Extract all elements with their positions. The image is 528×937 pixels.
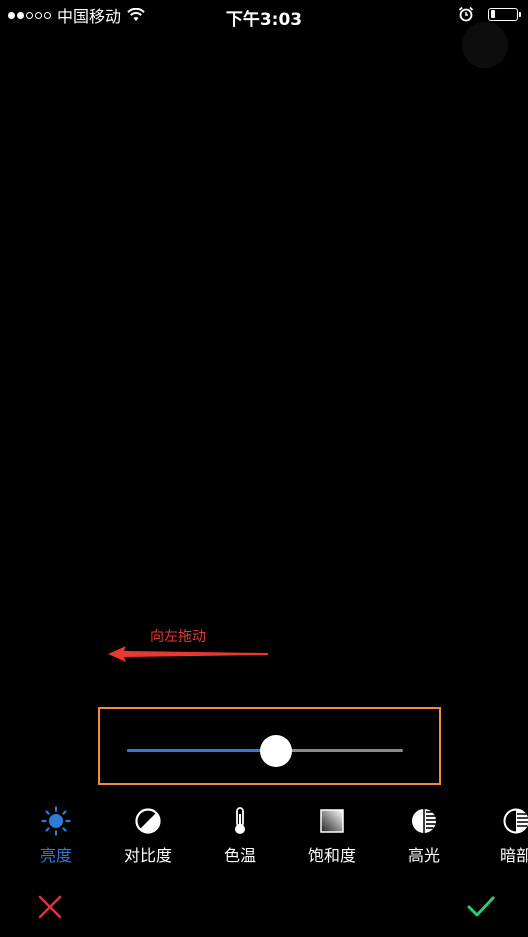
tool-label: 高光 [407, 846, 440, 865]
shadows-icon [503, 808, 528, 834]
sun-icon [41, 806, 71, 836]
tool-highlights[interactable]: 高光 [384, 806, 464, 866]
close-icon[interactable] [36, 893, 64, 921]
tool-label: 色温 [223, 846, 256, 865]
check-icon[interactable] [466, 893, 496, 921]
battery-level [490, 10, 496, 18]
tool-contrast[interactable]: 对比度 [108, 806, 188, 866]
adjustment-tools: 亮度 对比度 色温 饱和度 高光 暗部 [0, 806, 528, 870]
tool-color-temperature[interactable]: 色温 [200, 806, 280, 866]
battery-icon [488, 7, 521, 21]
tool-brightness[interactable]: 亮度 [16, 806, 96, 866]
tool-label: 亮度 [39, 846, 72, 865]
assistive-touch-button[interactable] [462, 22, 508, 68]
photo-edit-screen: 中国移动 下午3:03 向左拖动 亮度 对比度 色温 饱和度 高光 暗部 [0, 0, 528, 937]
tool-label: 对比度 [123, 846, 172, 865]
arrow-left-icon [108, 646, 268, 662]
status-bar-right [458, 6, 521, 22]
status-time: 下午3:03 [225, 10, 303, 30]
alarm-clock-icon [458, 6, 474, 22]
tool-label: 暗部 [499, 846, 528, 865]
highlights-icon [412, 809, 436, 833]
tool-label: 饱和度 [307, 846, 356, 865]
thermometer-icon [235, 807, 245, 834]
tool-shadows[interactable]: 暗部 [476, 806, 528, 866]
tool-saturation[interactable]: 饱和度 [292, 806, 372, 866]
slider-fill [127, 749, 265, 752]
slider-thumb[interactable] [260, 735, 292, 767]
contrast-icon [135, 808, 161, 834]
saturation-icon [320, 809, 344, 833]
status-bar: 中国移动 下午3:03 [0, 0, 528, 30]
drag-left-annotation: 向左拖动 [150, 629, 206, 645]
